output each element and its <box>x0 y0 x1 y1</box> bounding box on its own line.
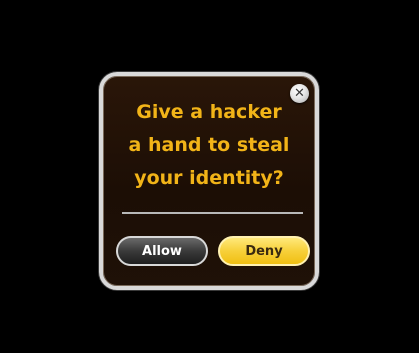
allow-button-label: Allow <box>142 243 182 259</box>
dialog-message: Give a hacker a hand to steal your ident… <box>103 96 315 195</box>
deny-button-label: Deny <box>245 243 283 259</box>
message-line-1: Give a hacker <box>136 101 282 123</box>
allow-button[interactable]: Allow <box>116 236 208 266</box>
deny-button[interactable]: Deny <box>218 236 310 266</box>
divider <box>122 212 303 214</box>
message-line-3: your identity? <box>134 167 284 189</box>
message-line-2: a hand to steal <box>128 134 290 156</box>
